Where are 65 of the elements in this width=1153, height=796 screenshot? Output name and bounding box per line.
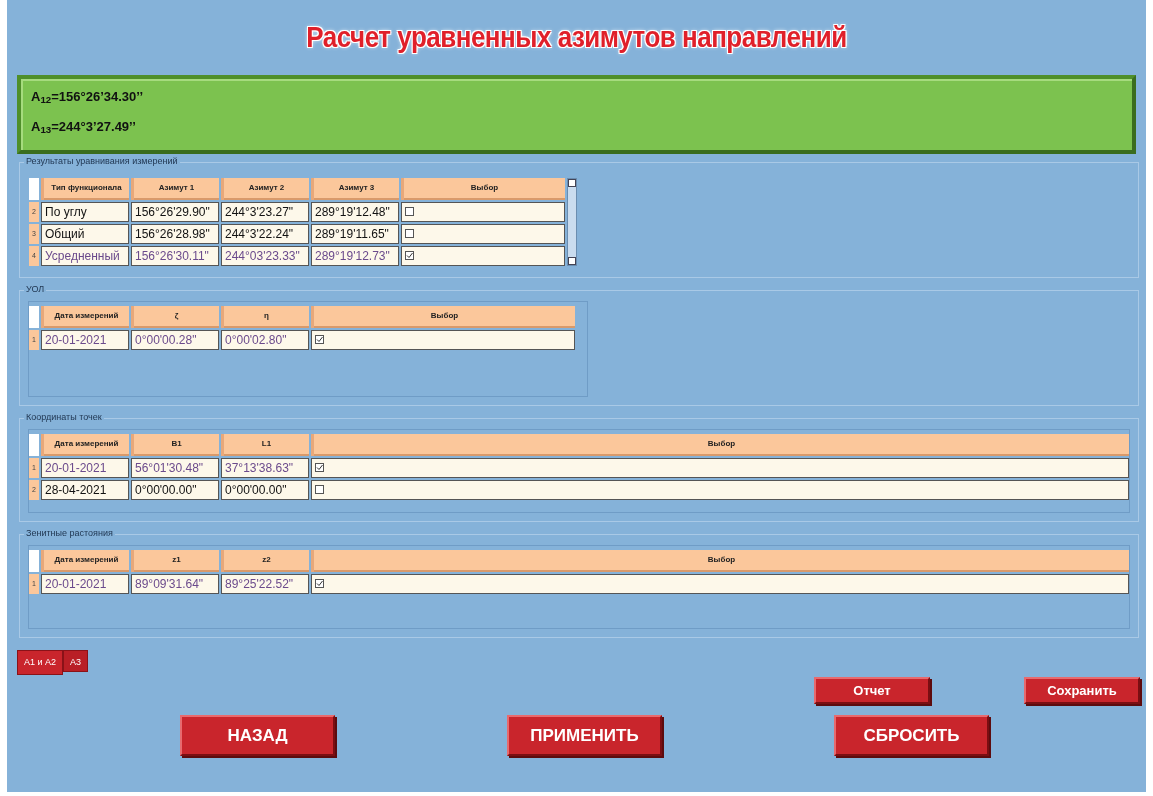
column-header: Выбор	[311, 306, 575, 328]
table-cell: 244°3'22.24"	[221, 224, 309, 244]
header-cell	[29, 550, 39, 572]
column-header: Выбор	[311, 434, 1129, 456]
table-cell: 156°26'30.11"	[131, 246, 219, 266]
table-cell: 20-01-2021	[41, 458, 129, 478]
table-cell: Усредненный	[41, 246, 129, 266]
table-cell: 20-01-2021	[41, 574, 129, 594]
table-cell: 244°03'23.33"	[221, 246, 309, 266]
table-cell: 28-04-2021	[41, 480, 129, 500]
tab[interactable]: A3	[63, 650, 89, 672]
table-cell: 156°26'29.90"	[131, 202, 219, 222]
action-button[interactable]: СБРОСИТЬ	[834, 715, 989, 756]
header-cell	[29, 434, 39, 456]
table-cell: 0°00'02.80"	[221, 330, 309, 350]
table-cell: 56°01'30.48"	[131, 458, 219, 478]
header-cell	[29, 178, 39, 200]
table-cell: По углу	[41, 202, 129, 222]
checkbox[interactable]	[405, 207, 414, 216]
column-header: ζ	[131, 306, 219, 328]
table-cell: 89°09'31.64"	[131, 574, 219, 594]
checkbox[interactable]	[315, 485, 324, 494]
table-cell: 289°19'11.65"	[311, 224, 399, 244]
column-header: Азимут 1	[131, 178, 219, 200]
table-cell: 289°19'12.73"	[311, 246, 399, 266]
checkbox[interactable]	[405, 229, 414, 238]
group-title: Зенитные растояния	[24, 527, 115, 541]
column-header: B1	[131, 434, 219, 456]
tab[interactable]: A1 и A2	[17, 650, 64, 675]
action-button[interactable]: Отчет	[814, 677, 930, 704]
action-button[interactable]: НАЗАД	[180, 715, 335, 756]
header-cell	[29, 306, 39, 328]
table-cell: 0°00'00.28"	[131, 330, 219, 350]
table-cell: 0°00'00.00"	[221, 480, 309, 500]
checkbox[interactable]	[315, 335, 324, 344]
column-header: Выбор	[311, 550, 1129, 572]
table-cell: 20-01-2021	[41, 330, 129, 350]
checkbox[interactable]	[315, 463, 324, 472]
column-header: Тип функционала	[41, 178, 129, 200]
azimuth-result: A$_{12}$=156°26’34.30’’	[31, 88, 145, 107]
action-button[interactable]: ПРИМЕНИТЬ	[507, 715, 662, 756]
column-header: Дата измерений	[41, 550, 129, 572]
table-cell: 289°19'12.48"	[311, 202, 399, 222]
column-header: Азимут 3	[311, 178, 399, 200]
group-title: Результаты уравнивания измерений	[24, 155, 180, 169]
action-button[interactable]: Сохранить	[1024, 677, 1140, 704]
page-title: Расчет уравненных азимутов направлений	[306, 18, 847, 57]
column-header: Азимут 2	[221, 178, 309, 200]
table-cell: 89°25'22.52"	[221, 574, 309, 594]
column-header: Дата измерений	[41, 306, 129, 328]
table-cell: Общий	[41, 224, 129, 244]
column-header: Выбор	[401, 178, 565, 200]
checkbox[interactable]	[405, 251, 414, 260]
table-cell: 0°00'00.00"	[131, 480, 219, 500]
table-cell: 37°13'38.63"	[221, 458, 309, 478]
table-cell: 244°3'23.27"	[221, 202, 309, 222]
table-cell: 156°26'28.98"	[131, 224, 219, 244]
checkbox[interactable]	[315, 579, 324, 588]
azimuth-result: A$_{13}$=244°3’27.49’’	[31, 117, 137, 136]
column-header: Дата измерений	[41, 434, 129, 456]
column-header: z2	[221, 550, 309, 572]
column-header: L1	[221, 434, 309, 456]
column-header: η	[221, 306, 309, 328]
group-title: Координаты точек	[24, 411, 104, 425]
column-header: z1	[131, 550, 219, 572]
